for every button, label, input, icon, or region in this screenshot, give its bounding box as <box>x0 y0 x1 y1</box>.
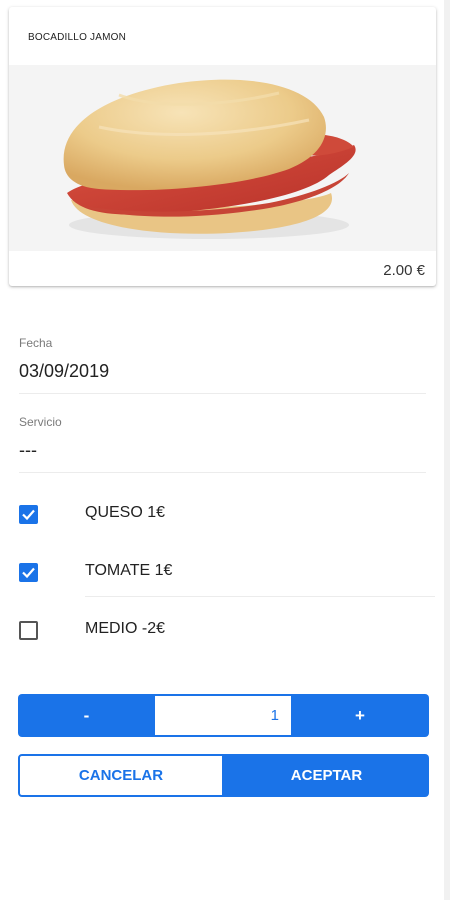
option-queso[interactable]: QUESO 1€ <box>19 500 434 558</box>
divider <box>85 596 435 597</box>
cancel-button[interactable]: CANCELAR <box>18 754 224 797</box>
product-card[interactable]: BOCADILLO JAMON 2.00 € <box>9 7 436 286</box>
medio-label: MEDIO -2€ <box>85 620 166 637</box>
medio-checkbox[interactable] <box>19 621 38 640</box>
tomate-checkbox[interactable] <box>19 563 38 582</box>
accept-button[interactable]: ACEPTAR <box>224 754 429 797</box>
queso-label: QUESO 1€ <box>85 504 166 521</box>
action-buttons: CANCELAR ACEPTAR <box>18 754 429 797</box>
product-price: 2.00 € <box>383 262 425 279</box>
quantity-input[interactable]: 1 <box>155 696 291 735</box>
tomate-label: TOMATE 1€ <box>85 562 173 579</box>
service-value[interactable]: --- <box>19 440 426 461</box>
product-title: BOCADILLO JAMON <box>28 32 127 43</box>
date-label: Fecha <box>19 336 53 350</box>
decrement-button[interactable]: - <box>18 694 155 737</box>
quantity-stepper[interactable]: - 1 + <box>18 694 429 737</box>
scroll-edge <box>444 0 450 900</box>
checkmark-icon <box>22 509 35 521</box>
sandwich-photo <box>9 65 436 251</box>
service-field[interactable]: Servicio --- <box>19 415 426 473</box>
date-value[interactable]: 03/09/2019 <box>19 361 426 382</box>
queso-checkbox[interactable] <box>19 505 38 524</box>
service-label: Servicio <box>19 415 62 429</box>
increment-button[interactable]: + <box>291 694 429 737</box>
option-medio[interactable]: MEDIO -2€ <box>19 616 434 674</box>
date-field[interactable]: Fecha 03/09/2019 <box>19 336 426 394</box>
sandwich-image-icon <box>9 65 436 251</box>
checkmark-icon <box>22 567 35 579</box>
option-tomate[interactable]: TOMATE 1€ <box>19 558 434 616</box>
